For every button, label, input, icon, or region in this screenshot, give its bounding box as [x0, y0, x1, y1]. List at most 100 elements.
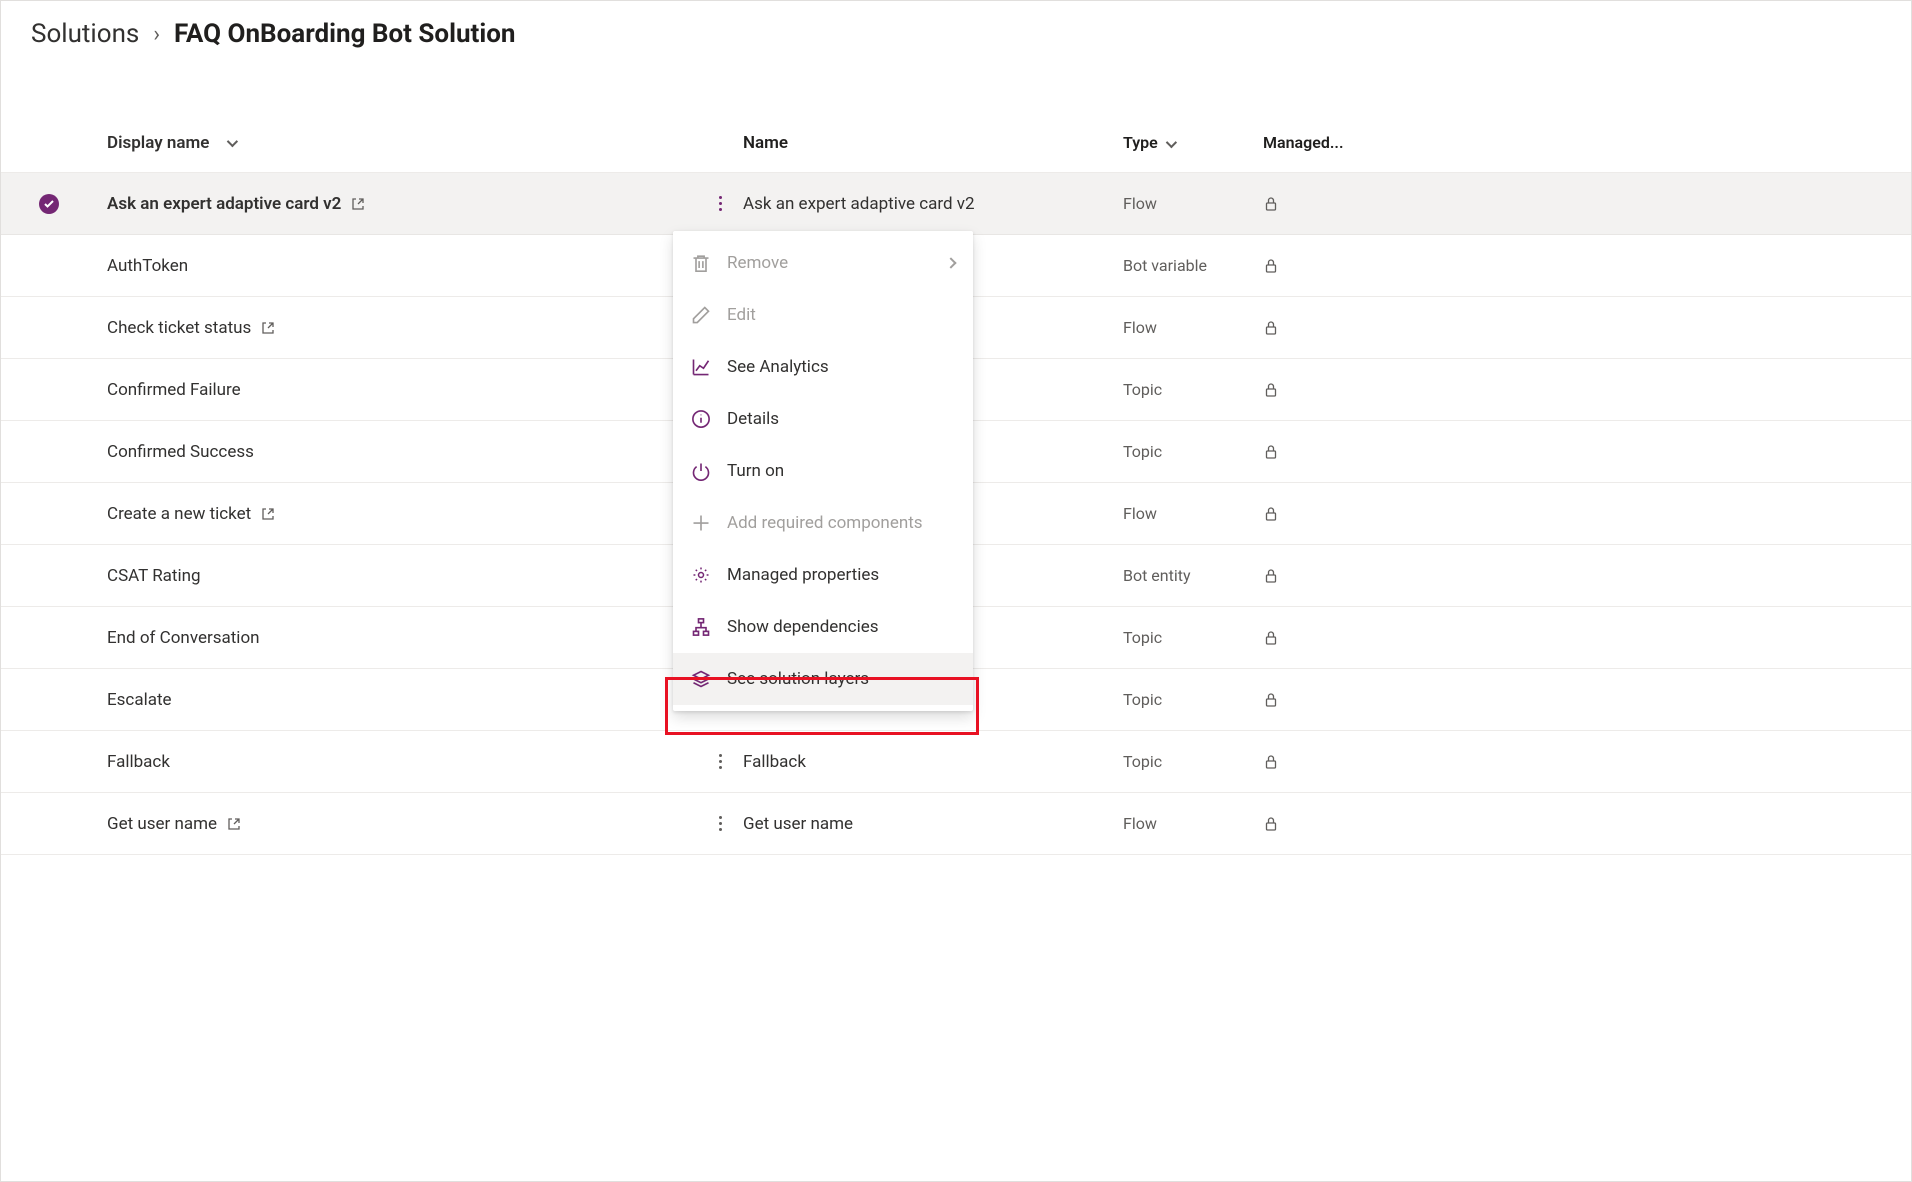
- display-name-cell[interactable]: Fallback: [107, 752, 697, 772]
- display-name-text: Fallback: [107, 752, 170, 772]
- lock-icon: [1263, 630, 1279, 646]
- type-cell: Flow: [1123, 194, 1263, 213]
- display-name-cell[interactable]: Escalate: [107, 690, 697, 710]
- external-link-icon: [261, 321, 275, 335]
- display-name-text: AuthToken: [107, 256, 188, 276]
- column-header-managed[interactable]: Managed...: [1263, 133, 1911, 152]
- display-name-cell[interactable]: Create a new ticket: [107, 504, 697, 524]
- more-actions-button[interactable]: [705, 809, 735, 839]
- menu-item-turnon[interactable]: Turn on: [673, 445, 973, 497]
- display-name-text: Ask an expert adaptive card v2: [107, 194, 341, 214]
- layers-icon: [691, 669, 711, 689]
- display-name-text: Create a new ticket: [107, 504, 251, 524]
- display-name-text: Check ticket status: [107, 318, 251, 338]
- menu-item-managed-props[interactable]: Managed properties: [673, 549, 973, 601]
- type-cell: Topic: [1123, 628, 1263, 647]
- menu-item-label: Show dependencies: [727, 617, 879, 637]
- menu-item-add-required[interactable]: Add required components: [673, 497, 973, 549]
- info-icon: [691, 409, 711, 429]
- menu-item-analytics[interactable]: See Analytics: [673, 341, 973, 393]
- managed-cell: [1263, 506, 1911, 522]
- menu-item-details[interactable]: Details: [673, 393, 973, 445]
- type-cell: Bot entity: [1123, 566, 1263, 585]
- name-cell: Fallback: [743, 752, 1123, 772]
- menu-item-remove[interactable]: Remove: [673, 237, 973, 289]
- managed-cell: [1263, 754, 1911, 770]
- managed-cell: [1263, 196, 1911, 212]
- type-cell: Topic: [1123, 690, 1263, 709]
- type-cell: Topic: [1123, 380, 1263, 399]
- table-row[interactable]: Ask an expert adaptive card v2 Ask an exp…: [1, 173, 1911, 235]
- display-name-text: Get user name: [107, 814, 217, 834]
- display-name-cell[interactable]: End of Conversation: [107, 628, 697, 648]
- external-link-icon: [227, 817, 241, 831]
- check-icon[interactable]: [39, 194, 59, 214]
- pencil-icon: [691, 305, 711, 325]
- menu-item-label: Remove: [727, 253, 788, 273]
- table-row[interactable]: Get user nameGet user nameFlow: [1, 793, 1911, 855]
- lock-icon: [1263, 320, 1279, 336]
- column-header-name[interactable]: Name: [743, 133, 1123, 153]
- name-cell: Get user name: [743, 814, 1123, 834]
- lock-icon: [1263, 506, 1279, 522]
- lock-icon: [1263, 444, 1279, 460]
- lock-icon: [1263, 382, 1279, 398]
- table-row[interactable]: FallbackFallbackTopic: [1, 731, 1911, 793]
- menu-item-label: Edit: [727, 305, 756, 325]
- menu-item-label: Managed properties: [727, 565, 879, 585]
- display-name-text: Confirmed Failure: [107, 380, 241, 400]
- menu-item-label: See solution layers: [727, 669, 869, 689]
- chevron-right-icon: [945, 257, 956, 268]
- power-icon: [691, 461, 711, 481]
- name-cell: Ask an expert adaptive card v2: [743, 194, 1123, 214]
- external-link-icon: [351, 197, 365, 211]
- context-menu: Remove Edit See Analytics Details Tur: [673, 231, 973, 711]
- display-name-cell[interactable]: Ask an expert adaptive card v2: [107, 194, 697, 214]
- type-cell: Flow: [1123, 318, 1263, 337]
- type-cell: Flow: [1123, 814, 1263, 833]
- display-name-cell[interactable]: Confirmed Failure: [107, 380, 697, 400]
- breadcrumb: Solutions › FAQ OnBoarding Bot Solution: [1, 1, 1911, 73]
- display-name-cell[interactable]: CSAT Rating: [107, 566, 697, 586]
- display-name-text: Confirmed Success: [107, 442, 254, 462]
- display-name-text: End of Conversation: [107, 628, 260, 648]
- type-cell: Flow: [1123, 504, 1263, 523]
- chevron-down-icon: [1166, 137, 1177, 148]
- external-link-icon: [261, 507, 275, 521]
- lock-icon: [1263, 568, 1279, 584]
- display-name-cell[interactable]: Check ticket status: [107, 318, 697, 338]
- type-cell: Topic: [1123, 752, 1263, 771]
- type-cell: Topic: [1123, 442, 1263, 461]
- more-actions-button[interactable]: [705, 747, 735, 777]
- menu-item-dependencies[interactable]: Show dependencies: [673, 601, 973, 653]
- type-cell: Bot variable: [1123, 256, 1263, 275]
- lock-icon: [1263, 754, 1279, 770]
- managed-cell: [1263, 258, 1911, 274]
- managed-cell: [1263, 630, 1911, 646]
- plus-icon: [691, 513, 711, 533]
- display-name-cell[interactable]: Get user name: [107, 814, 697, 834]
- table-header-row: Display name Name Type Managed...: [1, 113, 1911, 173]
- menu-item-solution-layers[interactable]: See solution layers: [673, 653, 973, 705]
- breadcrumb-current: FAQ OnBoarding Bot Solution: [174, 19, 516, 49]
- breadcrumb-root-link[interactable]: Solutions: [31, 19, 139, 49]
- menu-item-label: Add required components: [727, 513, 923, 533]
- display-name-cell[interactable]: Confirmed Success: [107, 442, 697, 462]
- menu-item-label: Turn on: [727, 461, 784, 481]
- managed-cell: [1263, 568, 1911, 584]
- lock-icon: [1263, 816, 1279, 832]
- more-actions-button[interactable]: [705, 189, 735, 219]
- lock-icon: [1263, 692, 1279, 708]
- lock-icon: [1263, 258, 1279, 274]
- column-header-display[interactable]: Display name: [107, 133, 697, 153]
- managed-cell: [1263, 320, 1911, 336]
- managed-cell: [1263, 692, 1911, 708]
- managed-cell: [1263, 444, 1911, 460]
- menu-item-edit[interactable]: Edit: [673, 289, 973, 341]
- lock-icon: [1263, 196, 1279, 212]
- display-name-text: Escalate: [107, 690, 172, 710]
- display-name-text: CSAT Rating: [107, 566, 201, 586]
- chevron-right-icon: ›: [153, 22, 160, 47]
- display-name-cell[interactable]: AuthToken: [107, 256, 697, 276]
- column-header-type[interactable]: Type: [1123, 133, 1263, 152]
